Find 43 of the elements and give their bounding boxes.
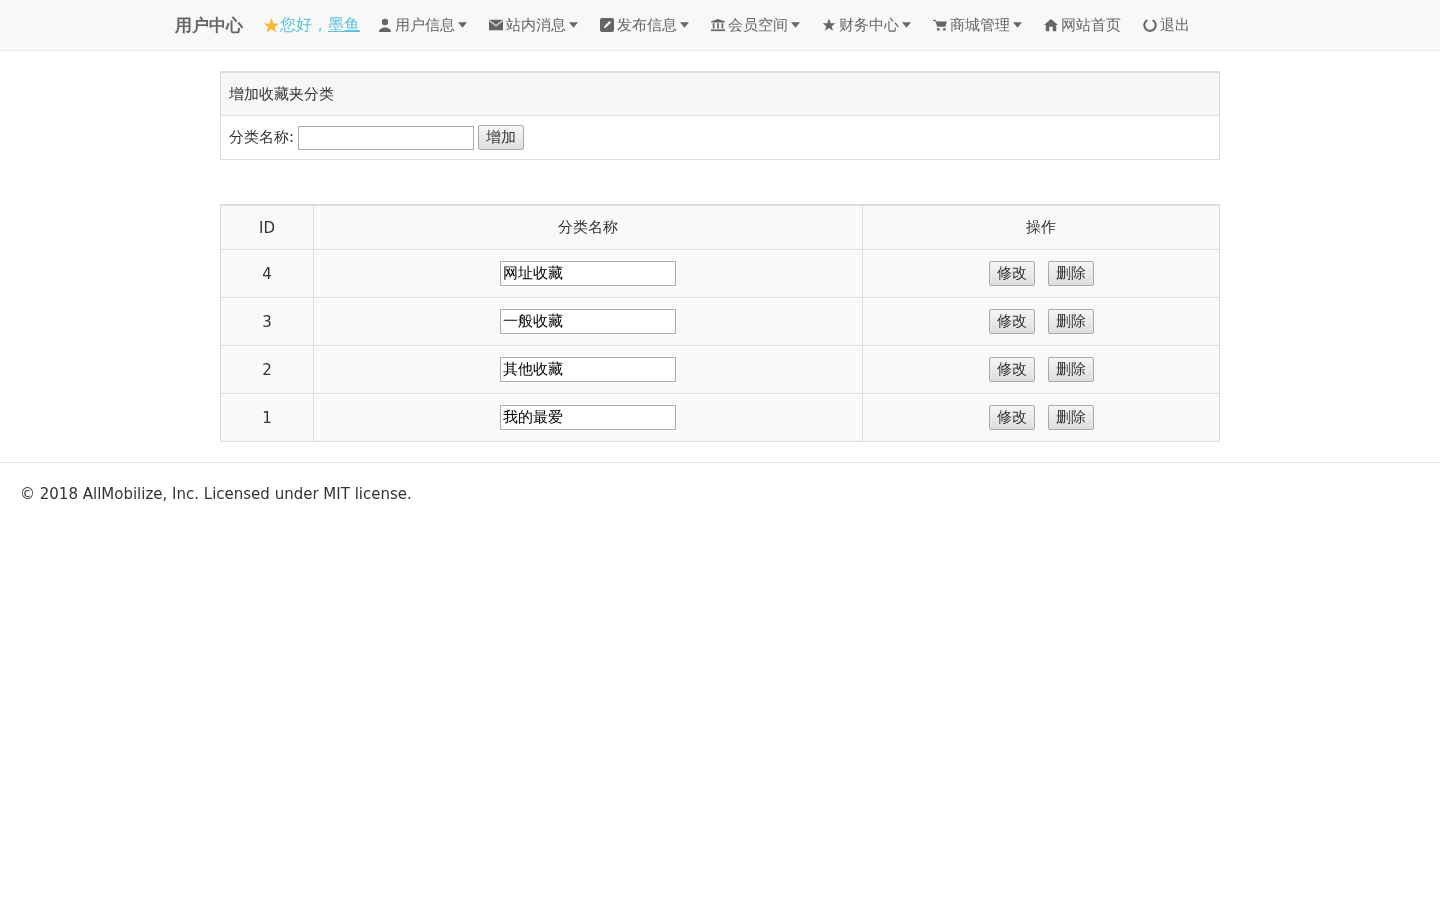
column-header: 分类名称 bbox=[313, 205, 863, 250]
column-header: ID bbox=[220, 205, 314, 250]
category-name-input[interactable]: 网址收藏 bbox=[500, 261, 676, 286]
edit-icon bbox=[600, 18, 614, 32]
nav-menu-item[interactable]: 发布信息 bbox=[600, 15, 689, 35]
bank-icon bbox=[711, 18, 725, 32]
nav-menu-item[interactable]: 站内消息 bbox=[489, 15, 578, 35]
id-cell: 3 bbox=[220, 297, 314, 346]
brand-title: 用户中心 bbox=[175, 13, 243, 37]
power-icon bbox=[1143, 18, 1157, 32]
id-cell: 4 bbox=[220, 249, 314, 298]
action-button[interactable]: 修改 bbox=[988, 309, 1035, 334]
action-button[interactable]: 删除 bbox=[1047, 309, 1094, 334]
action-button[interactable]: 修改 bbox=[988, 261, 1035, 286]
star-icon bbox=[822, 18, 836, 32]
copyright-text: © 2018 AllMobilize, Inc. Licensed under MIT license. bbox=[20, 485, 412, 503]
panel-title: 增加收藏夹分类 bbox=[229, 84, 334, 104]
nav-menu-item[interactable]: 用户信息 bbox=[378, 15, 467, 35]
nav-menu-item[interactable]: 财务中心 bbox=[822, 15, 911, 35]
nav-menu-item[interactable]: 商城管理 bbox=[933, 15, 1022, 35]
category-name-input[interactable]: 其他收藏 bbox=[500, 357, 676, 382]
action-button[interactable]: 删除 bbox=[1047, 357, 1094, 382]
action-button[interactable]: 删除 bbox=[1047, 261, 1094, 286]
user-icon bbox=[378, 18, 392, 32]
field-label: 分类名称: bbox=[229, 128, 295, 147]
nav-menu-item[interactable]: 退出 bbox=[1143, 15, 1190, 35]
home-icon bbox=[1044, 18, 1058, 32]
category-name-input[interactable]: 我的最爱 bbox=[500, 405, 676, 430]
action-button[interactable]: 修改 bbox=[988, 357, 1035, 382]
column-header: 操作 bbox=[862, 205, 1220, 250]
action-button[interactable]: 修改 bbox=[988, 405, 1035, 430]
nav-menu-item[interactable]: 会员空间 bbox=[711, 15, 800, 35]
cart-icon bbox=[933, 18, 947, 32]
star-icon bbox=[263, 16, 280, 34]
category-name-field[interactable] bbox=[298, 125, 475, 150]
id-cell: 2 bbox=[220, 345, 314, 394]
envelope-icon bbox=[489, 18, 503, 32]
add-button[interactable]: 增加 bbox=[478, 125, 525, 150]
action-button[interactable]: 删除 bbox=[1047, 405, 1094, 430]
category-name-input[interactable]: 一般收藏 bbox=[500, 309, 676, 334]
id-cell: 1 bbox=[220, 393, 314, 442]
nav-menu-item[interactable]: 网站首页 bbox=[1044, 15, 1121, 35]
greeting-text: 您好， bbox=[280, 14, 328, 36]
